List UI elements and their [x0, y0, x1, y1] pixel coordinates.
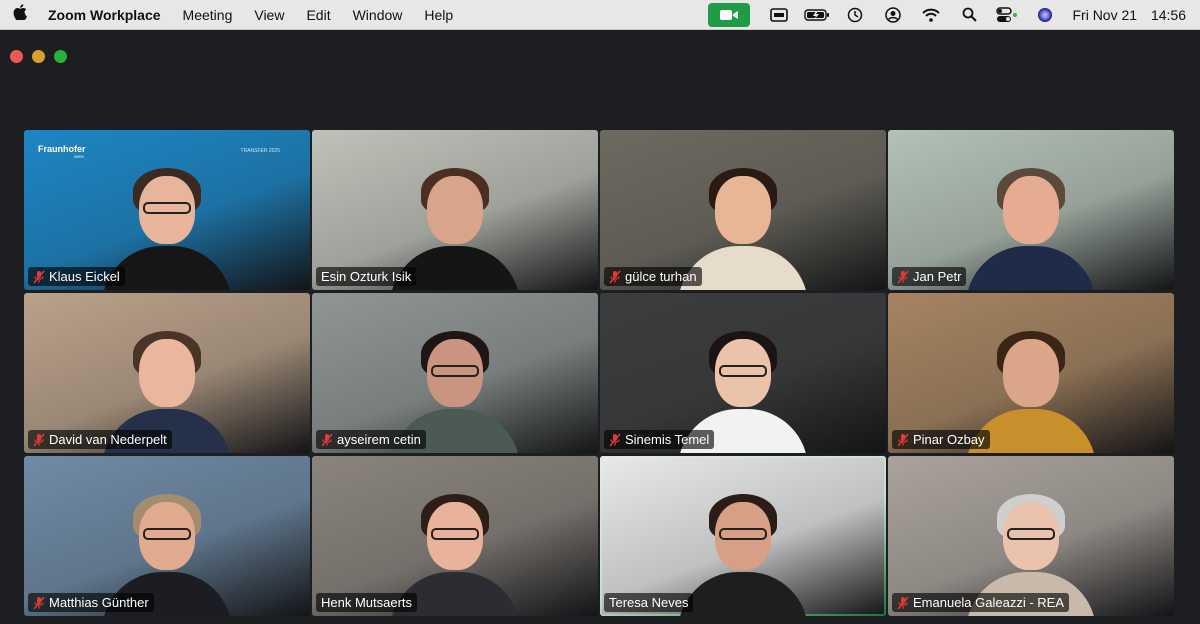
fraunhofer-logo-sub: IMEB [74, 154, 84, 159]
participant-name-tag: ayseirem cetin [316, 430, 426, 449]
participant-name-tag: Esin Ozturk Isik [316, 267, 417, 286]
participant-glasses [431, 365, 479, 377]
participant-tile[interactable]: David van Nederpelt [24, 293, 310, 453]
participant-tile[interactable]: Jan Petr [888, 130, 1174, 290]
wifi-icon[interactable] [912, 0, 950, 30]
apple-menu-icon[interactable] [0, 4, 40, 25]
mic-muted-icon [897, 270, 909, 284]
participant-name-tag: Jan Petr [892, 267, 967, 286]
participant-name: David van Nederpelt [49, 432, 167, 447]
participant-name-tag: Sinemis Temel [604, 430, 715, 449]
mic-muted-icon [609, 433, 621, 447]
control-center-icon[interactable] [988, 0, 1026, 30]
participant-body [966, 246, 1096, 290]
participant-name: Jan Petr [913, 269, 962, 284]
participant-face [139, 339, 195, 407]
user-icon[interactable] [874, 0, 912, 30]
participant-face [1003, 339, 1059, 407]
participant-face [427, 176, 483, 244]
menu-view[interactable]: View [243, 7, 295, 23]
participant-name-tag: Henk Mutsaerts [316, 593, 418, 612]
participant-tile[interactable]: ayseirem cetin [312, 293, 598, 453]
participant-name-tag: Klaus Eickel [28, 267, 125, 286]
participant-tile[interactable]: Emanuela Galeazzi - REA [888, 456, 1174, 616]
participant-face [1003, 176, 1059, 244]
participant-name-tag: Teresa Neves [604, 593, 694, 612]
participant-tile[interactable]: gülce turhan [600, 130, 886, 290]
clock-time: 14:56 [1150, 6, 1186, 23]
fullscreen-window-button[interactable] [54, 50, 67, 63]
screen-mirror-icon[interactable] [760, 0, 798, 30]
participant-glasses [143, 202, 191, 214]
participant-tile[interactable]: Matthias Günther [24, 456, 310, 616]
background-banner-text: TRANSFER 2025 [240, 148, 280, 154]
battery-icon[interactable] [798, 0, 836, 30]
time-machine-icon[interactable] [836, 0, 874, 30]
participant-glasses [431, 528, 479, 540]
participant-name: Matthias Günther [49, 595, 149, 610]
participant-tile[interactable]: Pinar Ozbay [888, 293, 1174, 453]
participant-name-tag: Matthias Günther [28, 593, 154, 612]
participant-name: Teresa Neves [609, 595, 689, 610]
participant-glasses [719, 365, 767, 377]
mic-muted-icon [321, 433, 333, 447]
participant-tile[interactable]: Sinemis Temel [600, 293, 886, 453]
participant-body [678, 572, 808, 616]
participant-glasses [143, 528, 191, 540]
zoom-meeting-window: Fraunhofer IMEB TRANSFER 2025 Klaus Eickel … [0, 31, 1200, 624]
participant-video [966, 150, 1096, 290]
participant-name-tag: David van Nederpelt [28, 430, 172, 449]
mic-muted-icon [609, 270, 621, 284]
participant-video [678, 476, 808, 616]
menu-help[interactable]: Help [413, 7, 464, 23]
menu-meeting[interactable]: Meeting [172, 7, 244, 23]
participant-face [715, 176, 771, 244]
participant-name: Henk Mutsaerts [321, 595, 413, 610]
window-controls [10, 50, 67, 63]
participant-tile[interactable]: Henk Mutsaerts [312, 456, 598, 616]
zoom-video-status-icon[interactable] [708, 2, 751, 27]
mic-muted-icon [33, 596, 45, 610]
participant-name: Esin Ozturk Isik [321, 269, 412, 284]
gallery-view-grid: Fraunhofer IMEB TRANSFER 2025 Klaus Eickel … [24, 130, 1174, 616]
app-menu[interactable]: Zoom Workplace [40, 7, 172, 23]
participant-name-tag: gülce turhan [604, 267, 702, 286]
mic-muted-icon [897, 596, 909, 610]
menu-bar: Zoom Workplace Meeting View Edit Window … [0, 0, 1200, 30]
minimize-window-button[interactable] [32, 50, 45, 63]
participant-name: ayseirem cetin [337, 432, 421, 447]
siri-icon[interactable] [1026, 0, 1064, 30]
participant-name-tag: Emanuela Galeazzi - REA [892, 593, 1070, 612]
participant-name: Emanuela Galeazzi - REA [913, 595, 1065, 610]
participant-name: gülce turhan [625, 269, 697, 284]
participant-glasses [1007, 528, 1055, 540]
clock-date: Fri Nov 21 [1072, 6, 1138, 23]
menu-window[interactable]: Window [342, 7, 414, 23]
mic-muted-icon [897, 433, 909, 447]
fraunhofer-logo: Fraunhofer [38, 144, 86, 154]
participant-glasses [719, 528, 767, 540]
participant-name: Klaus Eickel [49, 269, 120, 284]
participant-name: Sinemis Temel [625, 432, 710, 447]
participant-tile[interactable]: Esin Ozturk Isik [312, 130, 598, 290]
participant-name: Pinar Ozbay [913, 432, 985, 447]
close-window-button[interactable] [10, 50, 23, 63]
participant-tile[interactable]: Fraunhofer IMEB TRANSFER 2025 Klaus Eickel [24, 130, 310, 290]
menu-edit[interactable]: Edit [295, 7, 341, 23]
mic-muted-icon [33, 270, 45, 284]
search-icon[interactable] [950, 0, 988, 30]
menu-clock[interactable]: Fri Nov 21 14:56 [1064, 7, 1200, 23]
participant-tile[interactable]: Teresa Neves [600, 456, 886, 616]
mic-muted-icon [33, 433, 45, 447]
participant-name-tag: Pinar Ozbay [892, 430, 990, 449]
